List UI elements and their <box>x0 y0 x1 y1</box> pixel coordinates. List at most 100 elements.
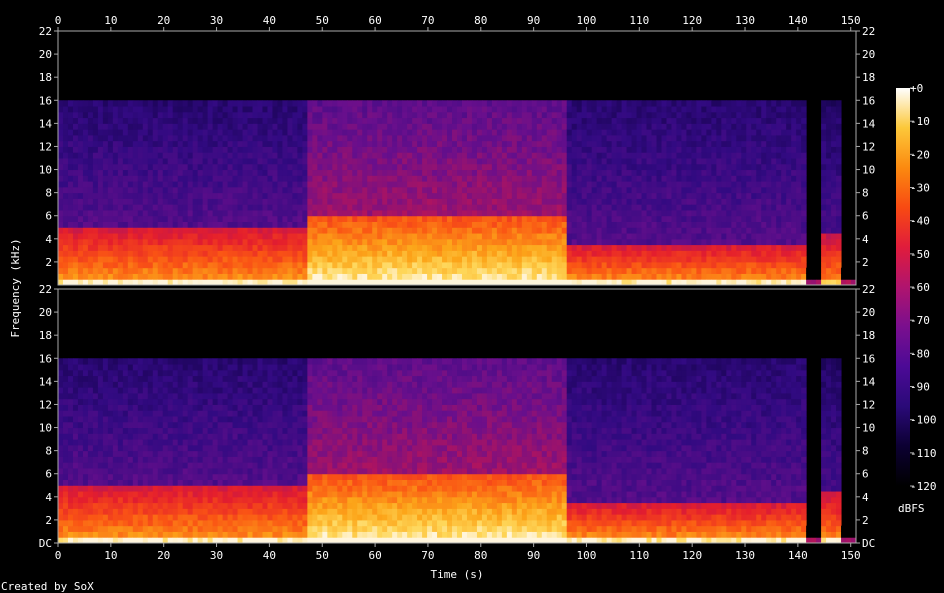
spectrogram-cell <box>506 169 513 176</box>
spectrogram-cell <box>77 111 84 119</box>
spectrogram-cell <box>392 238 398 246</box>
spectrogram-cell <box>412 106 418 113</box>
spectrogram-cell <box>377 215 383 222</box>
spectrogram-cell <box>127 146 134 153</box>
spectrogram-cell <box>117 146 124 153</box>
spectrogram-cell <box>127 163 134 171</box>
spectrogram-cell <box>466 209 473 217</box>
spectrogram-cell <box>481 175 488 182</box>
spectrogram-cell <box>586 181 593 188</box>
spectrogram-cell <box>237 273 244 280</box>
spectrogram-cell <box>107 221 114 228</box>
spectrogram-cell <box>157 244 164 251</box>
spectrogram-cell <box>407 140 413 147</box>
spectrogram-cell <box>357 215 363 222</box>
spectrogram-cell <box>751 261 757 269</box>
spectrogram-cell <box>367 117 373 124</box>
spectrogram-cell <box>147 146 154 153</box>
spectrogram-cell <box>826 244 832 251</box>
spectrogram-cell <box>676 100 682 107</box>
spectrogram-cell <box>297 233 303 240</box>
spectrogram-cell <box>751 100 757 107</box>
spectrogram-cell <box>142 175 149 182</box>
spectrogram-cell <box>197 140 204 147</box>
spectrogram-cell <box>491 123 498 130</box>
spectrogram-cell <box>432 250 438 257</box>
spectrogram-cell <box>177 261 184 269</box>
spectrogram-cell <box>671 169 677 176</box>
spectrogram-cell <box>357 261 363 269</box>
spectrogram-cell <box>192 106 199 113</box>
spectrogram-cell <box>72 244 79 251</box>
spectrogram-cell <box>706 146 712 153</box>
spectrogram-cell <box>576 100 583 107</box>
spectrogram-cell <box>471 181 478 188</box>
spectrogram-cell <box>506 261 513 269</box>
spectrogram-cell <box>546 204 553 211</box>
spectrogram-cell <box>92 267 99 274</box>
spectrogram-cell <box>786 233 792 240</box>
spectrogram-cell <box>347 250 353 257</box>
spectrogram-cell <box>58 209 64 217</box>
spectrogram-cell <box>132 169 139 176</box>
spectrogram-cell <box>357 169 363 176</box>
spectrogram-cell <box>422 169 428 176</box>
spectrogram-cell <box>586 117 593 124</box>
spectrogram-cell <box>432 181 438 188</box>
spectrogram-cell <box>132 140 139 147</box>
spectrogram-cell <box>392 181 398 188</box>
spectrogram-cell <box>282 233 288 240</box>
spectrogram-cell <box>317 273 323 280</box>
spectrogram-cell <box>257 261 263 269</box>
spectrogram-cell <box>202 250 209 257</box>
spectrogram-cell <box>671 123 677 130</box>
spectrogram-cell <box>461 163 468 171</box>
spectrogram-cell <box>247 169 254 176</box>
spectrogram-cell <box>636 146 643 153</box>
spectrogram-cell <box>591 192 598 199</box>
spectrogram-cell <box>531 175 538 182</box>
spectrogram-cell <box>432 152 438 159</box>
spectrogram-cell <box>232 117 239 124</box>
spectrogram-cell <box>232 111 239 119</box>
spectrogram-cell <box>397 163 403 171</box>
spectrogram-cell <box>352 181 358 188</box>
spectrogram-cell <box>252 152 258 159</box>
spectrogram-cell <box>561 140 568 147</box>
spectrogram-cell <box>367 106 373 113</box>
spectrogram-cell <box>312 175 318 182</box>
spectrogram-cell <box>691 250 697 257</box>
spectrogram-cell <box>461 198 468 205</box>
spectrogram-cell <box>372 140 378 147</box>
spectrogram-cell <box>77 123 84 130</box>
spectrogram-cell <box>481 233 488 240</box>
spectrogram-cell <box>696 181 702 188</box>
spectrogram-cell <box>312 227 318 234</box>
spectrogram-cell <box>217 215 224 222</box>
spectrogram-cell <box>661 123 667 130</box>
spectrogram-cell <box>217 169 224 176</box>
spectrogram-cell <box>267 215 273 222</box>
spectrogram-cell <box>836 169 842 176</box>
spectrogram-cell <box>177 256 184 263</box>
spectrogram-cell <box>581 175 588 182</box>
spectrogram-cell <box>92 158 99 165</box>
spectrogram-cell <box>157 140 164 147</box>
spectrogram-cell <box>781 106 787 113</box>
spectrogram-cell <box>67 163 74 171</box>
spectrogram-cell <box>157 233 164 240</box>
spectrogram-cell <box>786 238 792 246</box>
spectrogram-cell <box>631 198 638 205</box>
spectrogram-cell <box>72 158 79 165</box>
spectrogram-cell <box>237 250 244 257</box>
spectrogram-cell <box>58 250 64 257</box>
spectrogram-cell <box>362 169 368 176</box>
spectrogram-cell <box>591 273 598 280</box>
spectrogram-cell <box>821 129 827 136</box>
spectrogram-cell <box>721 129 727 136</box>
spectrogram-cell <box>521 250 528 257</box>
spectrogram-cell <box>252 181 258 188</box>
spectrogram-cell <box>97 244 104 251</box>
spectrogram-cell <box>367 169 373 176</box>
spectrogram-cell <box>207 261 214 269</box>
